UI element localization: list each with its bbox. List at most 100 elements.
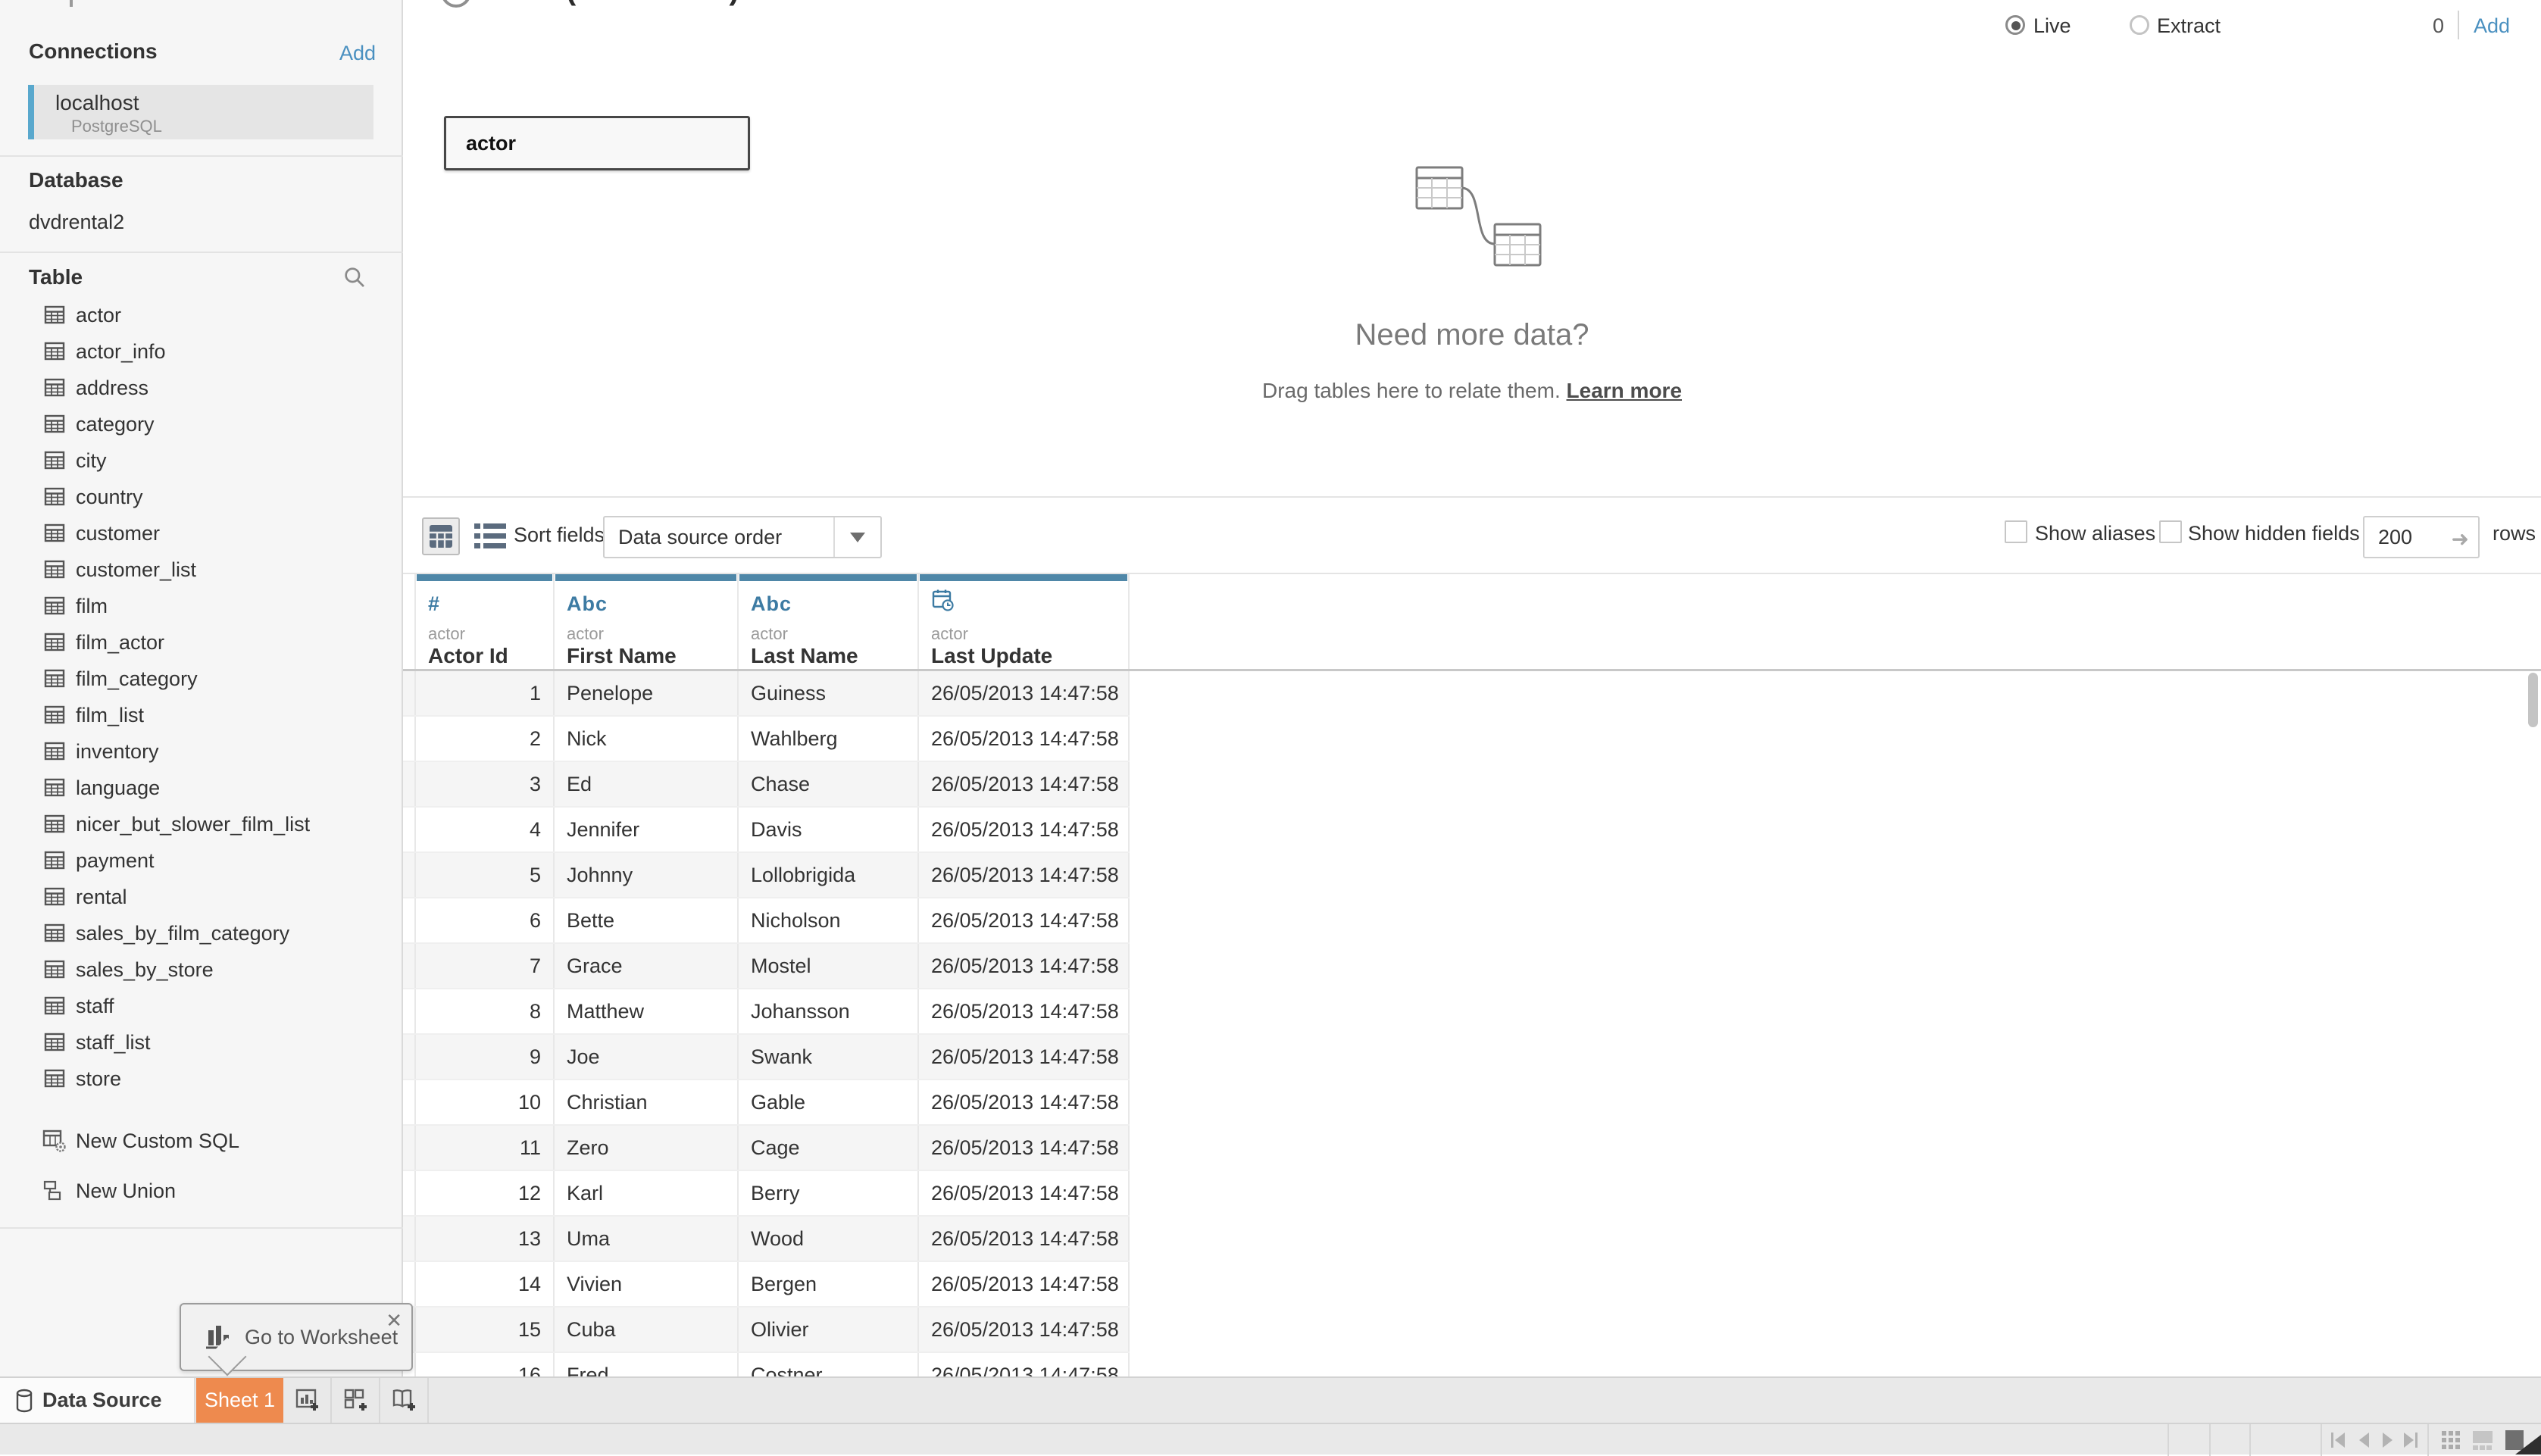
table-list-item-category[interactable]: category [0, 406, 403, 442]
extract-radio[interactable] [2130, 15, 2149, 35]
cell-last-name: Johansson [739, 989, 919, 1033]
table-list-item-sales_by_store[interactable]: sales_by_store [0, 951, 403, 988]
new-union-button[interactable]: New Union [0, 1173, 403, 1209]
cell-first-name: Nick [555, 717, 739, 761]
table-icon [44, 560, 65, 580]
dropdown-caret-box [833, 517, 880, 557]
window-resize-grip[interactable] [2515, 1435, 2541, 1454]
table-list-item-film[interactable]: film [0, 588, 403, 624]
table-list-item-address[interactable]: address [0, 370, 403, 406]
table-list-item-actor[interactable]: actor [0, 297, 403, 333]
connection-type: PostgreSQL [71, 117, 162, 136]
data-source-pane: actor (dvdrental2) actor Live Extract 0 … [403, 0, 2541, 1376]
cell-first-name: Zero [555, 1126, 739, 1170]
grid-header-row: #actorActor IdAbcactorFirst NameAbcactor… [403, 574, 2541, 671]
filmstrip-view-icon[interactable] [2471, 1429, 2494, 1451]
table-list-item-film_category[interactable]: film_category [0, 661, 403, 697]
first-sheet-icon[interactable] [2329, 1430, 2347, 1450]
divider [2458, 11, 2459, 39]
row-count-value: 200 [2378, 526, 2412, 549]
table-row-12: 12KarlBerry26/05/2013 14:47:58 [403, 1171, 1130, 1217]
next-sheet-icon[interactable] [2379, 1430, 2397, 1450]
string-field-icon: Abc [751, 592, 792, 616]
cell-last-update: 26/05/2013 14:47:58 [919, 1080, 1130, 1124]
last-sheet-icon[interactable] [2402, 1430, 2420, 1450]
new-story-button[interactable] [382, 1378, 429, 1423]
column-header-first-name[interactable]: AbcactorFirst Name [555, 574, 739, 669]
live-radio[interactable] [2005, 15, 2025, 35]
table-list-item-customer_list[interactable]: customer_list [0, 551, 403, 588]
table-list-item-film_actor[interactable]: film_actor [0, 624, 403, 661]
table-list-item-actor_info[interactable]: actor_info [0, 333, 403, 370]
database-selected-value[interactable]: dvdrental2 [29, 211, 124, 234]
cell-actor-id: 8 [416, 989, 555, 1033]
cell-first-name: Karl [555, 1171, 739, 1215]
table-list-item-staff_list[interactable]: staff_list [0, 1024, 403, 1061]
table-list-item-language[interactable]: language [0, 770, 403, 806]
cell-last-name: Wood [739, 1217, 919, 1261]
table-row-1: 1PenelopeGuiness26/05/2013 14:47:58 [403, 671, 1130, 717]
database-heading: Database [29, 168, 123, 192]
table-list-item-country[interactable]: country [0, 479, 403, 515]
list-view-button[interactable] [473, 520, 508, 552]
need-more-data-body: Drag tables here to relate them. Learn m… [403, 379, 2541, 403]
column-highlight-bar [555, 574, 736, 581]
table-list-item-inventory[interactable]: inventory [0, 733, 403, 770]
canvas-table-actor[interactable]: actor [444, 116, 750, 170]
table-list-item-nicer_but_slower_film_list[interactable]: nicer_but_slower_film_list [0, 806, 403, 842]
cell-last-update: 26/05/2013 14:47:58 [919, 1353, 1130, 1376]
column-table-name: actor [931, 624, 968, 644]
show-hidden-fields-checkbox[interactable] [2159, 520, 2182, 543]
sort-fields-label: Sort fields [514, 523, 605, 547]
divider [2427, 1424, 2429, 1456]
tab-sheet1[interactable]: Sheet 1 [196, 1378, 283, 1423]
cell-first-name: Uma [555, 1217, 739, 1261]
learn-more-link[interactable]: Learn more [1567, 379, 1683, 402]
close-icon[interactable]: ✕ [386, 1309, 402, 1333]
table-list-item-staff[interactable]: staff [0, 988, 403, 1024]
previous-sheet-icon[interactable] [2355, 1430, 2373, 1450]
table-row-13: 13UmaWood26/05/2013 14:47:58 [403, 1217, 1130, 1262]
row-count-input[interactable]: 200 ➜ [2363, 516, 2480, 558]
table-list-item-city[interactable]: city [0, 442, 403, 479]
drag-tables-text: Drag tables here to relate them. [1262, 379, 1567, 402]
column-header-last-name[interactable]: AbcactorLast Name [739, 574, 919, 669]
apply-rows-arrow-icon[interactable]: ➜ [2452, 526, 2469, 551]
cell-actor-id: 16 [416, 1353, 555, 1376]
column-header-last-update[interactable]: actorLast Update [919, 574, 1130, 669]
new-dashboard-button[interactable] [333, 1378, 380, 1423]
grid-view-button[interactable] [422, 517, 460, 555]
table-list-item-film_list[interactable]: film_list [0, 697, 403, 733]
tab-data-source[interactable]: Data Source [0, 1378, 195, 1423]
add-connection-link[interactable]: Add [339, 42, 376, 65]
radio-dot [2011, 21, 2021, 30]
cell-first-name: Christian [555, 1080, 739, 1124]
table-list-item-rental[interactable]: rental [0, 879, 403, 915]
table-icon [44, 923, 65, 943]
show-aliases-checkbox[interactable] [2005, 520, 2027, 543]
filters-add-link[interactable]: Add [2474, 14, 2510, 38]
sidebar: Connections Add localhost PostgreSQL Dat… [0, 0, 403, 1376]
vertical-scrollbar-thumb[interactable] [2528, 673, 2538, 727]
new-custom-sql-button[interactable]: New Custom SQL [0, 1123, 403, 1159]
new-worksheet-button[interactable] [285, 1378, 332, 1423]
sort-fields-dropdown[interactable]: Data source order [603, 516, 882, 558]
table-list-item-payment[interactable]: payment [0, 842, 403, 879]
relate-tables-illustration [1414, 165, 1543, 271]
table-icon [44, 851, 65, 870]
table-icon [44, 487, 65, 507]
new-custom-sql-label: New Custom SQL [76, 1129, 239, 1153]
cell-actor-id: 7 [416, 944, 555, 988]
table-row-6: 6BetteNicholson26/05/2013 14:47:58 [403, 898, 1130, 944]
cell-last-name: Berry [739, 1171, 919, 1215]
divider [0, 155, 403, 157]
search-icon[interactable] [342, 265, 367, 289]
table-list-item-label: sales_by_store [76, 958, 214, 982]
cell-last-update: 26/05/2013 14:47:58 [919, 944, 1130, 988]
table-list-item-store[interactable]: store [0, 1061, 403, 1097]
table-list-item-sales_by_film_category[interactable]: sales_by_film_category [0, 915, 403, 951]
table-list-item-customer[interactable]: customer [0, 515, 403, 551]
connection-item-localhost[interactable]: localhost PostgreSQL [28, 85, 373, 139]
sheet-sorter-view-icon[interactable] [2440, 1429, 2461, 1451]
column-header-actor-id[interactable]: #actorActor Id [416, 574, 555, 669]
